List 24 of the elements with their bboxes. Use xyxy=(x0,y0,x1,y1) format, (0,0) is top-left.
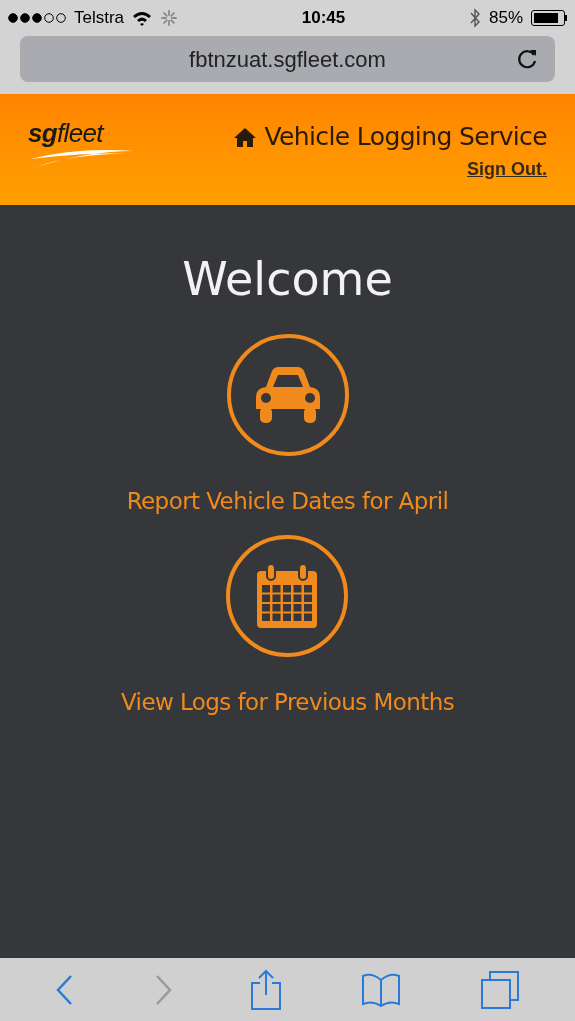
battery-icon xyxy=(531,10,567,26)
calendar-button[interactable] xyxy=(226,534,349,657)
calendar-icon xyxy=(256,562,319,629)
battery-percent: 85% xyxy=(488,7,523,30)
welcome-heading: Welcome xyxy=(182,251,393,308)
bluetooth-icon xyxy=(468,8,481,28)
share-icon[interactable] xyxy=(250,968,283,1011)
reload-icon[interactable] xyxy=(517,48,539,70)
action-link[interactable]: Report Vehicle Dates for April xyxy=(126,484,449,519)
tabs-icon[interactable] xyxy=(480,969,521,1010)
signal-icon xyxy=(8,13,66,23)
sign-out-link[interactable]: Sign Out. xyxy=(467,155,547,183)
wifi-icon xyxy=(132,10,153,26)
book-icon[interactable] xyxy=(360,971,403,1008)
address-field[interactable]: fbtnzuat.sgfleet.com xyxy=(20,36,555,82)
loading-spinner-icon xyxy=(160,9,179,27)
action-link[interactable]: View Logs for Previous Months xyxy=(120,684,455,719)
car-button[interactable] xyxy=(226,334,349,456)
home-icon xyxy=(232,126,257,147)
status-time: 10:45 xyxy=(301,7,346,30)
service-title: Vehicle Logging Service xyxy=(264,121,547,153)
sgfleet-logo: sgfleet xyxy=(28,114,136,205)
back-icon[interactable] xyxy=(54,973,75,1006)
carrier-name: Telstra xyxy=(74,7,125,30)
